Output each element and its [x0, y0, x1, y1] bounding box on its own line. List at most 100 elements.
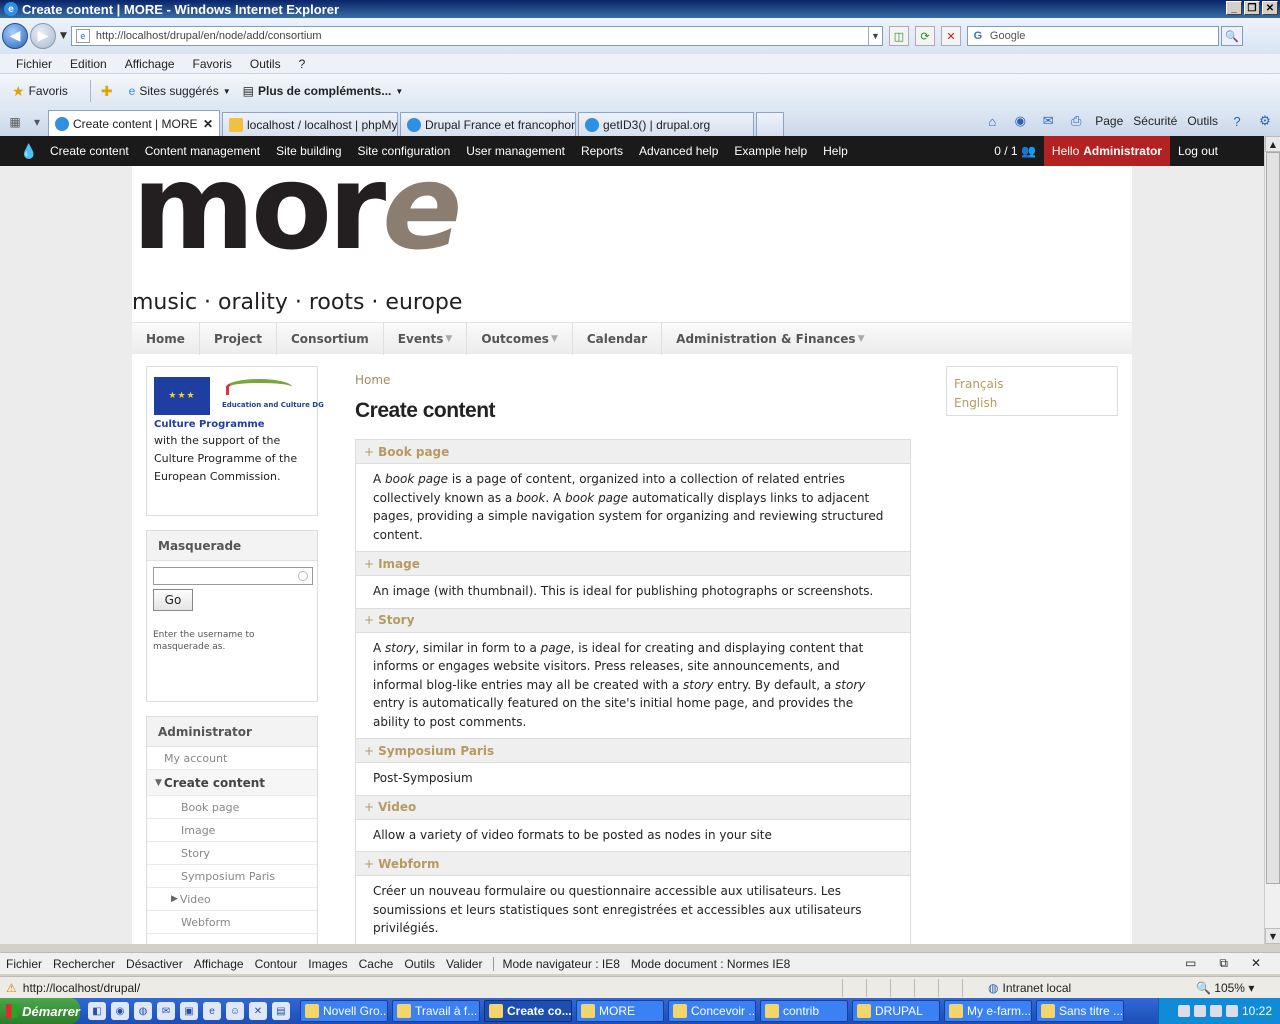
quicklaunch-icon[interactable]: e: [203, 1002, 221, 1020]
admin-menu-user-management[interactable]: User management: [466, 144, 565, 158]
content-type-link[interactable]: + Book page: [356, 440, 910, 464]
devbar-popout-icon[interactable]: ⧉: [1219, 956, 1228, 971]
dev-valider[interactable]: Valider: [446, 957, 482, 971]
search-icon[interactable]: 🔍: [1220, 26, 1243, 46]
home-icon[interactable]: ⌂: [983, 112, 1001, 130]
close-window-button[interactable]: ✕: [1262, 1, 1278, 15]
nav-project[interactable]: Project: [200, 322, 277, 355]
tab-phpmyadmin[interactable]: localhost / localhost | phpMy...: [222, 112, 398, 136]
start-button[interactable]: Démarrer: [0, 998, 80, 1024]
research-icon[interactable]: ⚙: [1256, 112, 1274, 130]
nav-administration-finances[interactable]: Administration & Finances ▼: [662, 323, 878, 355]
mail-icon[interactable]: ✉: [1039, 112, 1057, 130]
quicklaunch-icon[interactable]: ✉: [157, 1002, 175, 1020]
taskbar-task[interactable]: MORE: [576, 1000, 664, 1022]
security-menu[interactable]: Sécurité: [1133, 114, 1177, 128]
quick-tabs-icon[interactable]: ▦: [4, 111, 26, 133]
tab-create-content[interactable]: Create content | MORE ✕: [48, 110, 220, 136]
feeds-icon[interactable]: ◉: [1011, 112, 1029, 130]
dev-contour[interactable]: Contour: [255, 957, 298, 971]
taskbar-task[interactable]: DRUPAL: [852, 1000, 940, 1022]
page-scrollbar[interactable]: ▲ ▼: [1264, 136, 1280, 944]
page-menu[interactable]: Page: [1095, 114, 1123, 128]
admin-menu-advanced-help[interactable]: Advanced help: [639, 144, 718, 158]
tray-icon[interactable]: [1209, 1005, 1222, 1017]
nav-item-create-content[interactable]: ▼ Create content: [147, 770, 317, 796]
drupal-drop-icon[interactable]: 💧: [20, 143, 37, 159]
suggested-sites-button[interactable]: e Sites suggérés ▼: [129, 84, 231, 98]
nav-item-webform[interactable]: Webform: [147, 911, 317, 934]
scroll-thumb[interactable]: [1266, 152, 1280, 884]
clock[interactable]: 10:22: [1242, 1004, 1272, 1018]
masquerade-username-input[interactable]: [153, 567, 313, 585]
content-type-link[interactable]: + Story: [356, 608, 910, 633]
tools-menu[interactable]: Outils: [1187, 114, 1218, 128]
nav-outcomes[interactable]: Outcomes ▼: [467, 322, 573, 355]
nav-item-symposium-paris[interactable]: Symposium Paris: [147, 865, 317, 888]
nav-item-book-page[interactable]: Book page: [147, 796, 317, 819]
menu-favoris[interactable]: Favoris: [193, 57, 232, 71]
nav-home[interactable]: Home: [132, 322, 200, 355]
compatibility-view-button[interactable]: ◫: [888, 26, 909, 46]
quicklaunch-icon[interactable]: ☺: [226, 1002, 244, 1020]
dev-images[interactable]: Images: [308, 957, 347, 971]
quicklaunch-icon[interactable]: ◉: [111, 1002, 129, 1020]
site-logo[interactable]: more music · orality · roots · europe: [132, 148, 462, 316]
address-url[interactable]: http://localhost/drupal/en/node/add/cons…: [96, 30, 322, 42]
tab-drupal-france[interactable]: Drupal France et francophonie: [400, 112, 576, 136]
document-mode[interactable]: Mode document : Normes IE8: [631, 957, 790, 971]
devbar-close-icon[interactable]: ✕: [1251, 956, 1261, 971]
help-icon[interactable]: ?: [1228, 112, 1246, 130]
dev-cache[interactable]: Cache: [359, 957, 394, 971]
nav-item-story[interactable]: Story: [147, 842, 317, 865]
nav-calendar[interactable]: Calendar: [573, 322, 663, 355]
menu-edition[interactable]: Edition: [70, 57, 107, 71]
masquerade-go-button[interactable]: Go: [153, 589, 193, 611]
menu-outils[interactable]: Outils: [250, 57, 281, 71]
minimize-button[interactable]: _: [1226, 1, 1242, 15]
taskbar-task[interactable]: Travail à f...: [392, 1000, 480, 1022]
tray-icon[interactable]: [1225, 1005, 1238, 1017]
taskbar-task[interactable]: My e-farm...: [944, 1000, 1032, 1022]
refresh-button[interactable]: ⟳: [914, 26, 935, 46]
search-input[interactable]: G Google: [966, 26, 1219, 46]
admin-menu-help[interactable]: Help: [823, 144, 848, 158]
content-type-link[interactable]: + Webform: [356, 852, 910, 876]
address-bar[interactable]: e http://localhost/drupal/en/node/add/co…: [70, 26, 883, 46]
logout-link[interactable]: Log out: [1170, 144, 1264, 158]
print-icon[interactable]: ⎙: [1067, 112, 1085, 130]
scroll-up-icon[interactable]: ▲: [1265, 136, 1280, 152]
close-tab-icon[interactable]: ✕: [203, 117, 213, 131]
address-dropdown-icon[interactable]: ▼: [867, 27, 882, 45]
zoom-level[interactable]: 🔍 105% ▾: [1196, 981, 1254, 995]
content-type-link[interactable]: + Symposium Paris: [356, 739, 910, 763]
restore-button[interactable]: ❐: [1244, 1, 1260, 15]
devbar-minimize-icon[interactable]: ▭: [1185, 956, 1196, 971]
nav-item-my-account[interactable]: My account: [147, 747, 317, 770]
dev-fichier[interactable]: Fichier: [6, 957, 42, 971]
admin-menu-reports[interactable]: Reports: [581, 144, 623, 158]
tab-list-icon[interactable]: ▾: [26, 111, 48, 133]
scroll-down-icon[interactable]: ▼: [1265, 928, 1280, 944]
quicklaunch-icon[interactable]: ▤: [272, 1002, 290, 1020]
new-tab-button[interactable]: [756, 112, 784, 136]
taskbar-task[interactable]: Create co...: [484, 1000, 572, 1022]
nav-events[interactable]: Events ▼: [384, 322, 468, 355]
browser-mode[interactable]: Mode navigateur : IE8: [502, 957, 619, 971]
taskbar-task[interactable]: Sans titre ...: [1036, 1000, 1124, 1022]
more-addons-button[interactable]: ▤ Plus de compléments... ▼: [243, 84, 404, 98]
nav-item-video[interactable]: ▶ Video: [147, 888, 317, 911]
language-francais[interactable]: Français: [954, 375, 1117, 394]
quicklaunch-icon[interactable]: ✕: [249, 1002, 267, 1020]
security-zone[interactable]: ◍ Intranet local: [988, 981, 1071, 995]
taskbar-task[interactable]: Novell Gro...: [300, 1000, 388, 1022]
admin-menu-example-help[interactable]: Example help: [734, 144, 807, 158]
menu-fichier[interactable]: Fichier: [16, 57, 52, 71]
content-type-link[interactable]: + Video: [356, 795, 910, 820]
dev-affichage[interactable]: Affichage: [194, 957, 244, 971]
add-favorite-button[interactable]: ✚: [101, 83, 117, 100]
back-button[interactable]: ◀: [2, 23, 28, 49]
quicklaunch-icon[interactable]: ▣: [180, 1002, 198, 1020]
history-dropdown-icon[interactable]: ▼: [60, 31, 67, 41]
taskbar-task[interactable]: Concevoir ...: [668, 1000, 756, 1022]
